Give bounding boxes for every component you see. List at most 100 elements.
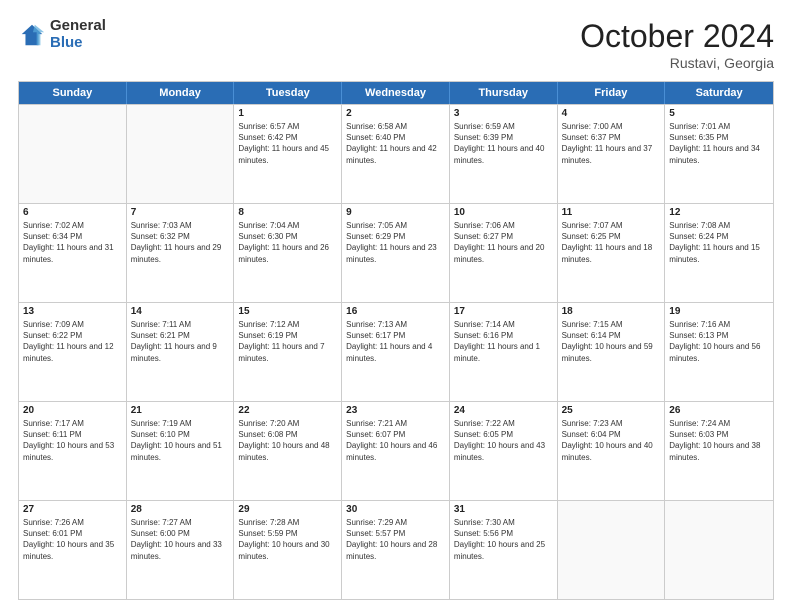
calendar-cell-4-1: 28Sunrise: 7:27 AMSunset: 6:00 PMDayligh…	[127, 501, 235, 599]
cell-day: 7	[131, 207, 230, 218]
cell-info: Sunrise: 7:24 AMSunset: 6:03 PMDaylight:…	[669, 418, 769, 463]
calendar-cell-4-5	[558, 501, 666, 599]
cell-info: Sunrise: 7:27 AMSunset: 6:00 PMDaylight:…	[131, 517, 230, 562]
cell-day: 3	[454, 108, 553, 119]
cell-day: 20	[23, 405, 122, 416]
calendar-cell-0-6: 5Sunrise: 7:01 AMSunset: 6:35 PMDaylight…	[665, 105, 773, 203]
cell-info: Sunrise: 7:05 AMSunset: 6:29 PMDaylight:…	[346, 220, 445, 265]
cell-day: 30	[346, 504, 445, 515]
cell-day: 14	[131, 306, 230, 317]
calendar-header: Sunday Monday Tuesday Wednesday Thursday…	[19, 82, 773, 104]
weekday-thursday: Thursday	[450, 82, 558, 104]
calendar-cell-2-5: 18 Sunrise: 7:15 AMSunset: 6:14 PMDayligh…	[558, 303, 666, 401]
cell-info: Sunrise: 7:20 AMSunset: 6:08 PMDaylight:…	[238, 418, 337, 463]
calendar-cell-0-3: 2 Sunrise: 6:58 AMSunset: 6:40 PMDaylight…	[342, 105, 450, 203]
cell-day: 5	[669, 108, 769, 119]
calendar-cell-2-6: 19 Sunrise: 7:16 AMSunset: 6:13 PMDayligh…	[665, 303, 773, 401]
calendar-cell-3-0: 20 Sunrise: 7:17 AMSunset: 6:11 PMDayligh…	[19, 402, 127, 500]
cell-info: Sunrise: 7:16 AMSunset: 6:13 PMDaylight:…	[669, 319, 769, 364]
cell-day: 22	[238, 405, 337, 416]
calendar-cell-2-1: 14 Sunrise: 7:11 AMSunset: 6:21 PMDayligh…	[127, 303, 235, 401]
cell-info: Sunrise: 7:12 AMSunset: 6:19 PMDaylight:…	[238, 319, 337, 364]
calendar-cell-4-3: 30 Sunrise: 7:29 AMSunset: 5:57 PMDayligh…	[342, 501, 450, 599]
cell-day: 12	[669, 207, 769, 218]
cell-day: 8	[238, 207, 337, 218]
calendar-row-0: 1 Sunrise: 6:57 AMSunset: 6:42 PMDaylight…	[19, 104, 773, 203]
page: General Blue October 2024 Rustavi, Georg…	[0, 0, 792, 612]
cell-info: Sunrise: 6:58 AMSunset: 6:40 PMDaylight:…	[346, 121, 445, 166]
location: Rustavi, Georgia	[580, 55, 774, 71]
calendar-cell-0-5: 4 Sunrise: 7:00 AMSunset: 6:37 PMDaylight…	[558, 105, 666, 203]
calendar-cell-3-4: 24 Sunrise: 7:22 AMSunset: 6:05 PMDayligh…	[450, 402, 558, 500]
weekday-monday: Monday	[127, 82, 235, 104]
cell-info: Sunrise: 7:09 AMSunset: 6:22 PMDaylight:…	[23, 319, 122, 364]
header: General Blue October 2024 Rustavi, Georg…	[18, 18, 774, 71]
cell-info: Sunrise: 7:29 AMSunset: 5:57 PMDaylight:…	[346, 517, 445, 562]
calendar-cell-1-0: 6 Sunrise: 7:02 AMSunset: 6:34 PMDaylight…	[19, 204, 127, 302]
cell-info: Sunrise: 7:28 AMSunset: 5:59 PMDaylight:…	[238, 517, 337, 562]
calendar-cell-4-0: 27Sunrise: 7:26 AMSunset: 6:01 PMDayligh…	[19, 501, 127, 599]
calendar-cell-3-2: 22 Sunrise: 7:20 AMSunset: 6:08 PMDayligh…	[234, 402, 342, 500]
cell-info: Sunrise: 7:30 AMSunset: 5:56 PMDaylight:…	[454, 517, 553, 562]
calendar-body: 1 Sunrise: 6:57 AMSunset: 6:42 PMDaylight…	[19, 104, 773, 599]
title-block: October 2024 Rustavi, Georgia	[580, 18, 774, 71]
cell-info: Sunrise: 7:15 AMSunset: 6:14 PMDaylight:…	[562, 319, 661, 364]
calendar-cell-1-1: 7 Sunrise: 7:03 AMSunset: 6:32 PMDaylight…	[127, 204, 235, 302]
logo-icon	[18, 21, 46, 49]
cell-info: Sunrise: 7:22 AMSunset: 6:05 PMDaylight:…	[454, 418, 553, 463]
calendar-cell-3-5: 25Sunrise: 7:23 AMSunset: 6:04 PMDayligh…	[558, 402, 666, 500]
cell-info: Sunrise: 7:19 AMSunset: 6:10 PMDaylight:…	[131, 418, 230, 463]
calendar-cell-4-4: 31 Sunrise: 7:30 AMSunset: 5:56 PMDayligh…	[450, 501, 558, 599]
cell-day: 17	[454, 306, 553, 317]
weekday-saturday: Saturday	[665, 82, 773, 104]
cell-info: Sunrise: 7:00 AMSunset: 6:37 PMDaylight:…	[562, 121, 661, 166]
cell-day: 4	[562, 108, 661, 119]
cell-day: 25	[562, 405, 661, 416]
calendar-row-4: 27Sunrise: 7:26 AMSunset: 6:01 PMDayligh…	[19, 500, 773, 599]
calendar-cell-1-6: 12 Sunrise: 7:08 AMSunset: 6:24 PMDayligh…	[665, 204, 773, 302]
cell-info: Sunrise: 7:04 AMSunset: 6:30 PMDaylight:…	[238, 220, 337, 265]
cell-info: Sunrise: 7:03 AMSunset: 6:32 PMDaylight:…	[131, 220, 230, 265]
cell-info: Sunrise: 6:57 AMSunset: 6:42 PMDaylight:…	[238, 121, 337, 166]
cell-info: Sunrise: 7:17 AMSunset: 6:11 PMDaylight:…	[23, 418, 122, 463]
cell-day: 23	[346, 405, 445, 416]
cell-day: 18	[562, 306, 661, 317]
calendar-cell-0-1	[127, 105, 235, 203]
cell-info: Sunrise: 7:13 AMSunset: 6:17 PMDaylight:…	[346, 319, 445, 364]
cell-info: Sunrise: 7:08 AMSunset: 6:24 PMDaylight:…	[669, 220, 769, 265]
weekday-friday: Friday	[558, 82, 666, 104]
cell-day: 31	[454, 504, 553, 515]
calendar-cell-0-2: 1 Sunrise: 6:57 AMSunset: 6:42 PMDaylight…	[234, 105, 342, 203]
cell-day: 1	[238, 108, 337, 119]
calendar-row-1: 6 Sunrise: 7:02 AMSunset: 6:34 PMDaylight…	[19, 203, 773, 302]
calendar-cell-2-2: 15 Sunrise: 7:12 AMSunset: 6:19 PMDayligh…	[234, 303, 342, 401]
calendar-cell-2-4: 17Sunrise: 7:14 AMSunset: 6:16 PMDayligh…	[450, 303, 558, 401]
cell-info: Sunrise: 6:59 AMSunset: 6:39 PMDaylight:…	[454, 121, 553, 166]
cell-day: 15	[238, 306, 337, 317]
calendar-cell-3-6: 26Sunrise: 7:24 AMSunset: 6:03 PMDayligh…	[665, 402, 773, 500]
cell-info: Sunrise: 7:21 AMSunset: 6:07 PMDaylight:…	[346, 418, 445, 463]
logo-blue-label: Blue	[50, 35, 106, 52]
calendar-cell-2-3: 16 Sunrise: 7:13 AMSunset: 6:17 PMDayligh…	[342, 303, 450, 401]
weekday-wednesday: Wednesday	[342, 82, 450, 104]
cell-info: Sunrise: 7:11 AMSunset: 6:21 PMDaylight:…	[131, 319, 230, 364]
cell-day: 19	[669, 306, 769, 317]
calendar-cell-3-1: 21Sunrise: 7:19 AMSunset: 6:10 PMDayligh…	[127, 402, 235, 500]
cell-day: 10	[454, 207, 553, 218]
calendar-row-3: 20 Sunrise: 7:17 AMSunset: 6:11 PMDayligh…	[19, 401, 773, 500]
calendar-cell-1-4: 10Sunrise: 7:06 AMSunset: 6:27 PMDayligh…	[450, 204, 558, 302]
cell-day: 16	[346, 306, 445, 317]
calendar-row-2: 13Sunrise: 7:09 AMSunset: 6:22 PMDayligh…	[19, 302, 773, 401]
calendar-cell-1-3: 9Sunrise: 7:05 AMSunset: 6:29 PMDaylight…	[342, 204, 450, 302]
cell-day: 6	[23, 207, 122, 218]
weekday-sunday: Sunday	[19, 82, 127, 104]
logo: General Blue	[18, 18, 106, 51]
logo-text: General Blue	[50, 18, 106, 51]
cell-info: Sunrise: 7:02 AMSunset: 6:34 PMDaylight:…	[23, 220, 122, 265]
logo-general-label: General	[50, 18, 106, 35]
cell-day: 2	[346, 108, 445, 119]
calendar-cell-1-5: 11Sunrise: 7:07 AMSunset: 6:25 PMDayligh…	[558, 204, 666, 302]
calendar: Sunday Monday Tuesday Wednesday Thursday…	[18, 81, 774, 600]
cell-day: 24	[454, 405, 553, 416]
cell-info: Sunrise: 7:26 AMSunset: 6:01 PMDaylight:…	[23, 517, 122, 562]
